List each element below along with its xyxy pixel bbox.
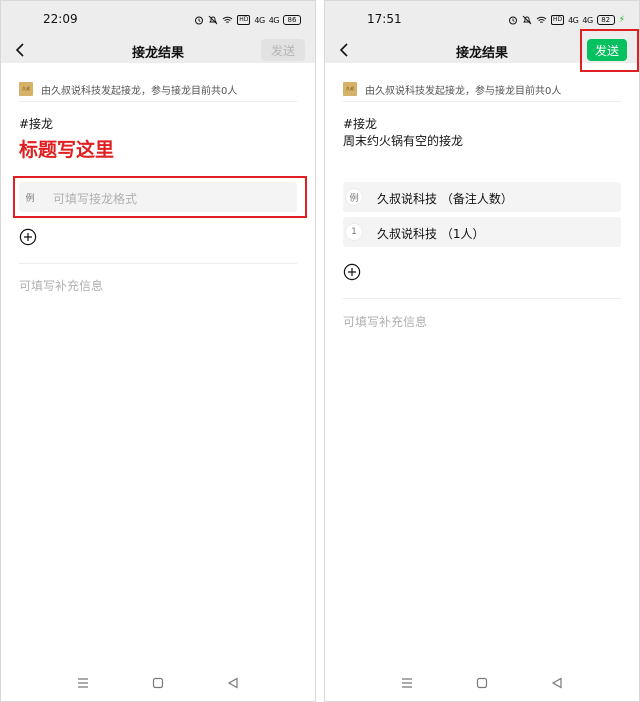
battery-indicator: 86 [283, 15, 301, 25]
avatar: 久叔 [343, 82, 357, 96]
status-icons: HD 4G 4G 86 [194, 13, 301, 27]
entry-text[interactable]: 久叔说科技 （备注人数） [377, 190, 513, 207]
entry-row[interactable]: 例 可填写接龙格式 [19, 182, 297, 212]
supplement-input[interactable]: 可填写补充信息 [19, 277, 103, 294]
mute-icon [208, 15, 218, 25]
menu-icon[interactable] [77, 677, 89, 689]
alarm-icon [508, 16, 517, 25]
entry-index: 例 [343, 182, 365, 212]
hd-badge: HD [237, 15, 251, 25]
status-bar: 17:51 HD 4G 4G 82 ⚡ [325, 1, 639, 37]
mute-icon [522, 15, 532, 25]
entry-text[interactable]: 久叔说科技 （1人） [377, 225, 484, 242]
system-nav-bar [1, 675, 315, 691]
signal-1: 4G [254, 15, 265, 25]
send-button[interactable]: 发送 [587, 39, 627, 61]
title-annotation: 标题写这里 [19, 139, 115, 161]
home-icon[interactable] [152, 677, 164, 689]
entry-row[interactable]: 例 久叔说科技 （备注人数） [343, 182, 621, 212]
back-triangle-icon[interactable] [551, 677, 563, 689]
hashtag: #接龙 [343, 117, 378, 131]
divider [343, 298, 621, 299]
entry-format-input[interactable]: 可填写接龙格式 [53, 190, 137, 207]
system-nav-bar [325, 675, 639, 691]
phone-screen-right: 17:51 HD 4G 4G 82 ⚡ 接龙结果 发送 久叔 由久叔说科技发起接… [324, 0, 640, 702]
initiator-text: 由久叔说科技发起接龙，参与接龙目前共0人 [41, 85, 238, 97]
battery-indicator: 82 [596, 15, 615, 25]
signal-2: 4G [582, 15, 593, 25]
status-bar: 22:09 HD 4G 4G 86 [1, 1, 315, 37]
initiator-row: 久叔 由久叔说科技发起接龙，参与接龙目前共0人 [343, 79, 621, 99]
status-icons: HD 4G 4G 82 ⚡ [508, 13, 625, 27]
back-triangle-icon[interactable] [227, 677, 239, 689]
nav-bar: 接龙结果 发送 [1, 37, 315, 63]
add-entry-icon[interactable] [343, 263, 361, 281]
initiator-text: 由久叔说科技发起接龙，参与接龙目前共0人 [365, 85, 562, 97]
status-time: 22:09 [43, 12, 78, 26]
status-time: 17:51 [367, 12, 402, 26]
divider [343, 101, 621, 102]
avatar: 久叔 [19, 82, 33, 96]
menu-icon[interactable] [401, 677, 413, 689]
entry-index: 例 [25, 193, 35, 204]
hashtag: #接龙 [19, 117, 54, 131]
nav-bar: 接龙结果 发送 [325, 37, 639, 63]
hd-badge: HD [550, 15, 565, 25]
wifi-icon [536, 16, 547, 23]
phone-screen-left: 22:09 HD 4G 4G 86 接龙结果 发送 久叔 由久叔说科技发起接龙，… [0, 0, 316, 702]
signal-1: 4G [568, 15, 579, 25]
signal-2: 4G [268, 15, 280, 25]
send-button[interactable]: 发送 [261, 39, 305, 61]
charging-icon: ⚡ [618, 15, 625, 25]
add-entry-icon[interactable] [19, 228, 37, 246]
alarm-icon [195, 16, 204, 25]
divider [19, 263, 297, 264]
wifi-icon [222, 16, 233, 23]
home-icon[interactable] [476, 677, 488, 689]
entry-index: 1 [343, 217, 365, 247]
solitaire-title[interactable]: 周末约火锅有空的接龙 [343, 132, 463, 149]
divider [19, 101, 297, 102]
entry-row[interactable]: 1 久叔说科技 （1人） [343, 217, 621, 247]
initiator-row: 久叔 由久叔说科技发起接龙，参与接龙目前共0人 [19, 79, 297, 99]
supplement-input[interactable]: 可填写补充信息 [343, 313, 427, 330]
